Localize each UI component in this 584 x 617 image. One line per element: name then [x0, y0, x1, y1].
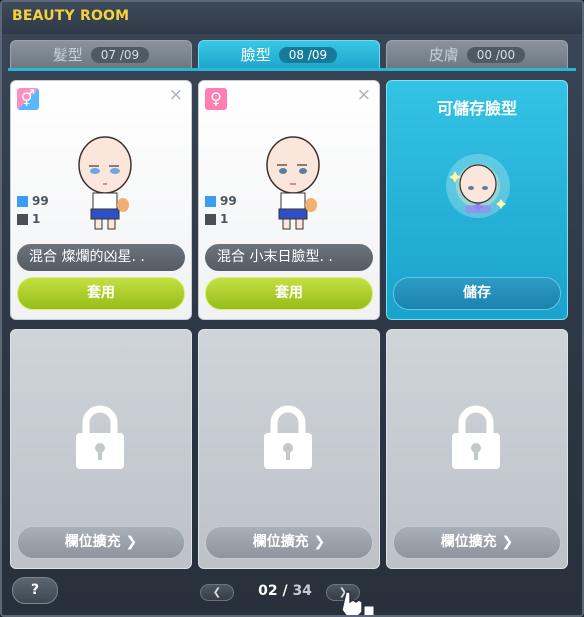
prev-page-button[interactable]: ❮ — [200, 584, 234, 601]
face-name-label: 混合 小末日臉型. . — [205, 244, 373, 271]
blue-square-icon — [205, 195, 216, 207]
stat-primary: 99 — [17, 194, 49, 208]
glowing-face-icon — [446, 154, 510, 218]
close-icon[interactable]: × — [169, 85, 183, 105]
current-page: 02 — [258, 583, 278, 599]
stat-primary-value: 99 — [32, 194, 49, 208]
stat-secondary: 1 — [205, 212, 228, 226]
expand-slot-button[interactable]: 欄位擴充 ❯ — [393, 526, 561, 559]
gender-mixed-icon: ⚥ — [17, 88, 39, 110]
beauty-room-window: BEAUTY ROOM 髮型 07 /09 臉型 08 /09 皮膚 00 /0… — [0, 0, 584, 617]
save-face-slot[interactable]: 可儲存臉型 儲存 — [386, 80, 568, 320]
stat-secondary-value: 1 — [32, 212, 41, 226]
total-pages: 34 — [292, 583, 312, 599]
tab-face-count: 08 /09 — [278, 46, 338, 63]
tab-skin-count: 00 /00 — [466, 46, 526, 63]
expand-slot-button[interactable]: 欄位擴充 ❯ — [17, 526, 185, 559]
gender-female-icon: ♀ — [205, 88, 227, 110]
page-separator: / — [282, 583, 288, 599]
title-bar[interactable]: BEAUTY ROOM — [2, 2, 582, 34]
lock-icon — [76, 405, 124, 469]
tab-face-label: 臉型 — [240, 46, 271, 64]
face-slot-2[interactable]: ♀ × 99 1 混合 小末日臉型. . 套用 — [198, 80, 380, 320]
face-slot-1[interactable]: ⚥ × 99 1 混合 燦爛的凶星. . 套用 — [10, 80, 192, 320]
window-title: BEAUTY ROOM — [12, 8, 130, 24]
tab-hair[interactable]: 髮型 07 /09 — [10, 40, 192, 69]
apply-button[interactable]: 套用 — [205, 277, 373, 310]
dark-square-icon — [205, 213, 216, 225]
stat-secondary: 1 — [17, 212, 40, 226]
stat-primary: 99 — [205, 194, 237, 208]
lock-icon — [452, 405, 500, 469]
tab-hair-count: 07 /09 — [90, 46, 150, 63]
help-button[interactable]: ? — [12, 577, 58, 604]
page-indicator: 02 / 34 — [250, 583, 320, 599]
locked-slot-1: 欄位擴充 ❯ — [10, 329, 192, 569]
tab-skin[interactable]: 皮膚 00 /00 — [386, 40, 568, 69]
character-preview-icon — [78, 136, 132, 230]
locked-slot-3: 欄位擴充 ❯ — [386, 329, 568, 569]
tab-skin-label: 皮膚 — [428, 46, 459, 64]
character-preview-icon — [266, 136, 320, 230]
expand-slot-button[interactable]: 欄位擴充 ❯ — [205, 526, 373, 559]
dark-square-icon — [17, 213, 28, 225]
face-name-label: 混合 燦爛的凶星. . — [17, 244, 185, 271]
apply-button[interactable]: 套用 — [17, 277, 185, 310]
tab-underline — [8, 68, 576, 71]
stat-secondary-value: 1 — [220, 212, 229, 226]
blue-square-icon — [17, 195, 28, 207]
locked-slot-2: 欄位擴充 ❯ — [198, 329, 380, 569]
lock-icon — [264, 405, 312, 469]
save-slot-title: 可儲存臉型 — [436, 99, 517, 118]
tab-hair-label: 髮型 — [52, 46, 83, 64]
close-icon[interactable]: × — [357, 85, 371, 105]
tab-face[interactable]: 臉型 08 /09 — [198, 40, 380, 69]
hand-cursor-icon — [341, 591, 375, 615]
stat-primary-value: 99 — [220, 194, 237, 208]
save-button[interactable]: 儲存 — [393, 277, 561, 310]
